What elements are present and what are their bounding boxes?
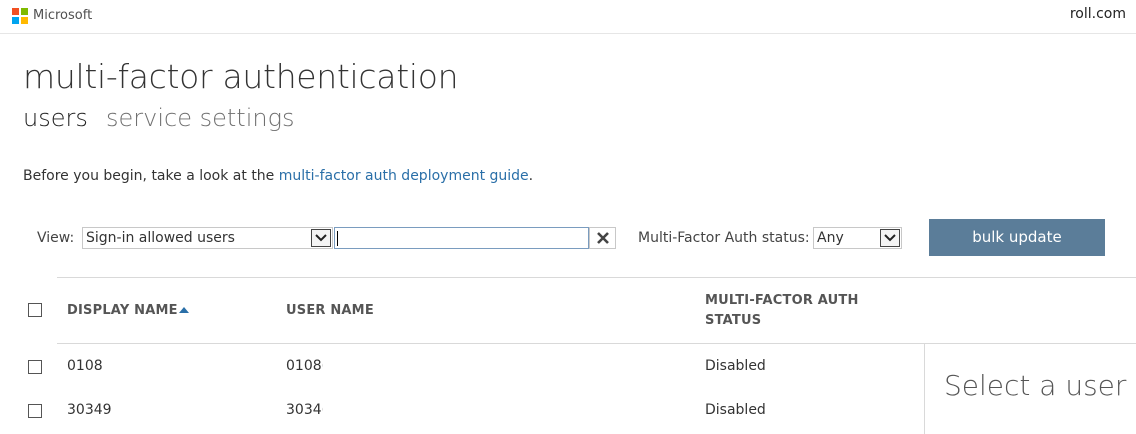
row-mfa-status: Disabled [705,402,766,418]
user-detail-panel: Select a user [924,344,1136,434]
page-title: multi-factor authentication [23,57,459,96]
search-input[interactable] [334,227,589,249]
select-all-checkbox[interactable] [28,303,42,317]
microsoft-logo-icon [12,8,28,24]
row-mfa-status: Disabled [705,358,766,374]
chevron-down-icon[interactable] [311,229,331,247]
intro-suffix: . [528,168,534,184]
view-label: View: [37,230,75,246]
select-user-placeholder: Select a user [944,369,1127,402]
column-header-user-name[interactable]: USER NAME [286,303,374,318]
intro-prefix: Before you begin, take a look at the [23,168,279,184]
column-header-display-name[interactable]: DISPLAY NAME [67,303,178,318]
clear-search-button[interactable] [589,227,616,249]
mfa-status-label: Multi-Factor Auth status: [638,230,810,246]
row-display-name[interactable]: 0108 [67,358,103,374]
column-header-mfa-status[interactable]: MULTI-FACTOR AUTH [705,293,859,308]
mfa-status-select[interactable]: Any [813,227,902,249]
tab-users[interactable]: users [23,104,88,132]
chevron-down-icon[interactable] [880,229,900,247]
intro-text: Before you begin, take a look at the mul… [23,168,533,184]
sort-ascending-icon [179,307,189,313]
close-icon [597,232,609,244]
row-display-name[interactable]: 30349 [67,402,112,418]
top-bar: Microsoft roll.com [0,0,1136,34]
row-user-name[interactable]: 0108( [286,358,323,374]
view-select-value: Sign-in allowed users [86,230,235,246]
view-select[interactable]: Sign-in allowed users [82,227,333,249]
tenant-name: roll.com [1069,6,1126,22]
divider [57,277,1136,278]
tab-service-settings[interactable]: service settings [106,104,294,132]
row-user-name[interactable]: 3034( [286,402,323,418]
mfa-status-value: Any [817,230,844,246]
brand-name: Microsoft [33,8,93,23]
column-header-mfa-status-line2: STATUS [705,313,762,328]
row-checkbox[interactable] [28,404,42,418]
row-checkbox[interactable] [28,360,42,374]
text-caret [337,231,338,246]
deployment-guide-link[interactable]: multi-factor auth deployment guide [279,168,529,184]
bulk-update-button[interactable]: bulk update [929,219,1105,256]
